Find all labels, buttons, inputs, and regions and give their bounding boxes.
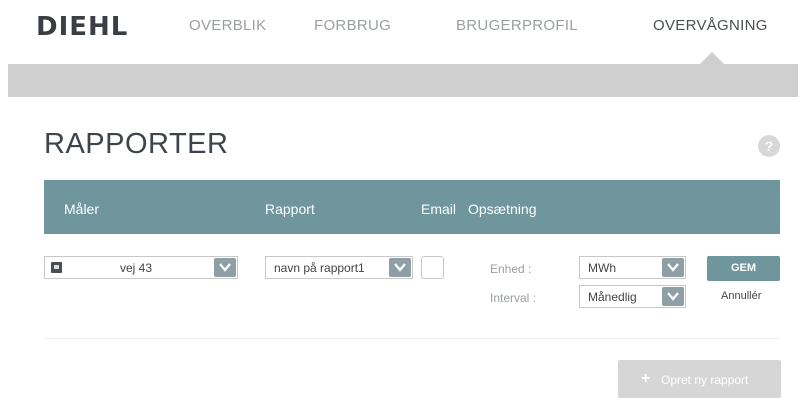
report-select-value: navn på rapport1 [274, 261, 365, 275]
active-nav-indicator [700, 52, 724, 64]
report-select[interactable]: navn på rapport1 [265, 256, 413, 279]
unit-select-value: MWh [588, 261, 616, 275]
column-header-email: Email [421, 201, 457, 217]
plus-icon: + [641, 370, 651, 387]
unit-select[interactable]: MWh [579, 256, 686, 279]
interval-label: Interval : [490, 291, 537, 305]
sub-navigation-bar [8, 64, 798, 97]
meter-select-value: vej 43 [120, 261, 153, 275]
nav-item-overblik[interactable]: OVERBLIK [189, 17, 266, 34]
chevron-down-icon[interactable] [214, 258, 236, 277]
column-header-maaler: Måler [64, 201, 100, 217]
table-header: Måler Rapport Email Opsætning [44, 180, 780, 234]
meter-select[interactable]: vej 43 [44, 256, 238, 279]
nav-item-brugerprofil[interactable]: BRUGERPROFIL [456, 17, 578, 34]
interval-select-value: Månedlig [588, 290, 637, 304]
row-divider [44, 338, 780, 339]
nav-item-forbrug[interactable]: FORBRUG [314, 17, 391, 34]
page-title: RAPPORTER [44, 128, 229, 160]
cancel-link[interactable]: Annullér [721, 290, 761, 302]
column-header-rapport: Rapport [265, 201, 315, 217]
chevron-down-icon[interactable] [662, 258, 684, 277]
chevron-down-icon[interactable] [662, 287, 684, 306]
diehl-logo[interactable]: DIEHL [36, 12, 128, 42]
nav-item-overvaagning[interactable]: OVERVÅGNING [653, 17, 768, 34]
save-button[interactable]: GEM [707, 256, 780, 281]
email-checkbox[interactable] [421, 256, 444, 279]
interval-select[interactable]: Månedlig [579, 285, 686, 308]
meter-icon [51, 262, 62, 273]
new-report-button[interactable]: + Opret ny rapport [618, 360, 781, 398]
unit-label: Enhed : [490, 262, 532, 276]
help-icon[interactable]: ? [758, 135, 780, 157]
top-navigation: DIEHL OVERBLIK FORBRUG BRUGERPROFIL OVER… [0, 0, 805, 62]
chevron-down-icon[interactable] [389, 258, 411, 277]
column-header-opsaetning: Opsætning [468, 201, 537, 217]
new-report-label: Opret ny rapport [661, 373, 749, 387]
